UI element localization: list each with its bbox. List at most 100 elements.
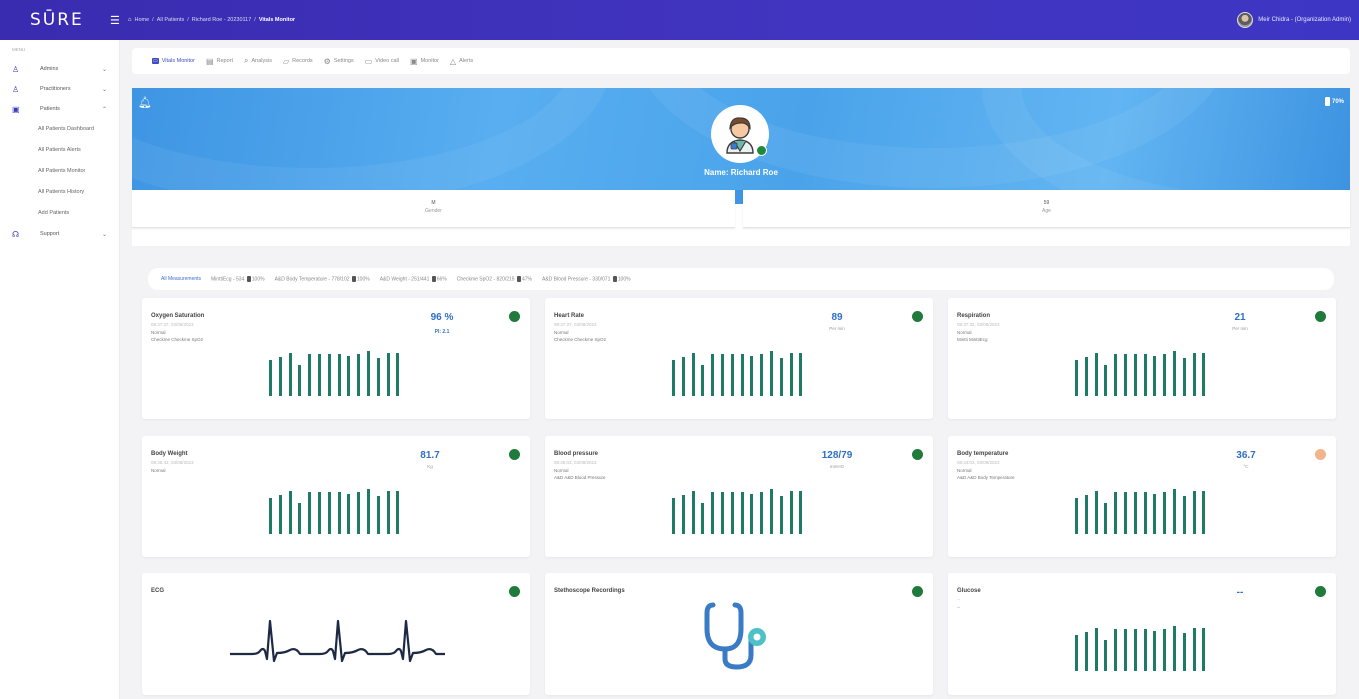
- card-body-temperature[interactable]: Body temperature 08:34:03, 03/08/2023 No…: [948, 436, 1336, 557]
- card-status: Normal: [957, 468, 972, 473]
- trend-bar: [269, 360, 272, 396]
- trend-bar: [396, 353, 400, 396]
- home-icon[interactable]: ⌂: [128, 17, 132, 23]
- trend-bar: [1173, 489, 1176, 534]
- card-device: A&D A&D Blood Pressure: [554, 475, 606, 480]
- filter-battery: 100%: [617, 276, 631, 283]
- card-title: Body temperature: [957, 451, 1009, 457]
- card-title: Body Weight: [151, 451, 188, 457]
- age-label: Age: [1042, 208, 1051, 214]
- trend-bar: [1133, 354, 1137, 396]
- sidebar-item-patients[interactable]: ▣ Patients ⌃: [0, 99, 119, 119]
- filter-body-temperature[interactable]: A&D Body Temperature - 778/102 100%: [275, 275, 370, 282]
- card-device: Checkme Checkme SpO2: [151, 337, 204, 342]
- trend-bar: [1182, 358, 1186, 396]
- trend-bar: [1163, 492, 1167, 534]
- tab-video-call[interactable]: ▭ Video call: [365, 57, 399, 66]
- card-blood-pressure[interactable]: Blood pressure 08:35:03, 03/08/2023 Norm…: [545, 436, 933, 557]
- tab-analysis[interactable]: ⌕ Analysis: [244, 56, 272, 66]
- trend-bar: [278, 357, 282, 396]
- trend-bar: [740, 354, 744, 396]
- battery-icon: [1324, 97, 1330, 106]
- tab-monitor[interactable]: ▣ Monitor: [410, 57, 439, 66]
- card-body-weight[interactable]: Body Weight 08:35:43, 03/08/2023 Normal …: [142, 436, 530, 557]
- trend-bar: [1133, 629, 1137, 671]
- menu-toggle-icon[interactable]: ☰: [110, 14, 120, 27]
- avatar[interactable]: [1237, 12, 1254, 28]
- trend-bar: [1192, 628, 1196, 671]
- trend-bar: [357, 354, 361, 396]
- card-stethoscope-recordings[interactable]: Stethoscope Recordings: [545, 573, 933, 695]
- battery-icon: [246, 275, 251, 282]
- bell-icon[interactable]: 🔔︎: [138, 96, 152, 109]
- trend-bar: [298, 503, 302, 534]
- tab-vitals-monitor[interactable]: ▭ Vitals Monitor: [152, 58, 195, 64]
- card-oxygen-saturation[interactable]: Oxygen Saturation 08:37:37, 03/08/2023 N…: [142, 298, 530, 419]
- trend-bar: [1114, 354, 1118, 396]
- trend-bar: [278, 495, 282, 534]
- trend-bar: [1202, 353, 1206, 396]
- trend-bar: [347, 356, 351, 396]
- sidebar-subitem-dashboard[interactable]: All Patients Dashboard: [0, 119, 119, 140]
- user-menu[interactable]: Meir Chidra - (Organization Admin): [1237, 12, 1351, 28]
- filter-blood-pressure[interactable]: A&D Blood Pressure - 330/071 100%: [542, 275, 631, 283]
- trend-bar: [701, 503, 705, 534]
- folder-icon: ▱: [283, 56, 290, 66]
- filter-minttiecg[interactable]: MinttiEcg - 534 100%: [211, 275, 265, 282]
- app-logo[interactable]: SŪRE: [0, 10, 110, 30]
- trend-bar: [789, 491, 793, 534]
- trend-bar: [1084, 357, 1088, 396]
- user-name[interactable]: Meir Chidra - (Organization Admin): [1258, 17, 1351, 23]
- trend-bars: [269, 346, 409, 396]
- tab-alerts[interactable]: △ Alerts: [450, 57, 473, 66]
- trend-bar: [681, 495, 685, 534]
- trend-bar: [1192, 353, 1196, 396]
- card-unit: °C: [1243, 464, 1249, 469]
- card-respiration[interactable]: Respiration 08:37:32, 03/08/2023 Normal …: [948, 298, 1336, 419]
- tab-settings[interactable]: ⚙ Settings: [324, 57, 354, 66]
- filter-weight[interactable]: A&D Weight - 251/441 66%: [380, 275, 447, 282]
- tab-records[interactable]: ▱ Records: [283, 57, 313, 66]
- gear-icon: ⚙: [323, 56, 331, 66]
- sidebar-subitem-add-patients[interactable]: Add Patients: [0, 203, 119, 224]
- sidebar-item-practitioners[interactable]: ♙ Practitioners ⌄: [0, 79, 119, 99]
- sidebar-subitem-monitor[interactable]: All Patients Monitor: [0, 161, 119, 182]
- sidebar-item-label: Support: [40, 231, 60, 237]
- card-glucose[interactable]: Glucose -- -- --: [948, 573, 1336, 695]
- sidebar-item-support[interactable]: ☊ Support ⌄: [0, 224, 119, 244]
- trend-bars: [672, 346, 812, 396]
- filter-spo2[interactable]: Checkme SpO2 - 820/215 47%: [457, 275, 532, 282]
- top-bar: SŪRE ☰ ⌂ Home / All Patients / Richard R…: [0, 0, 1359, 40]
- tab-report[interactable]: ▤ Report: [206, 57, 233, 66]
- card-status: Normal: [554, 330, 569, 335]
- card-status: Normal: [554, 468, 569, 473]
- sidebar-subitem-alerts[interactable]: All Patients Alerts: [0, 140, 119, 161]
- card-ecg[interactable]: ECG: [142, 573, 530, 695]
- battery-icon: [431, 275, 436, 282]
- sidebar-subitem-history[interactable]: All Patients History: [0, 182, 119, 203]
- patient-icon: ▣: [12, 104, 20, 114]
- gender-value: M: [431, 200, 436, 206]
- card-heart-rate[interactable]: Heart Rate 08:37:37, 03/08/2023 Normal C…: [545, 298, 933, 419]
- breadcrumb-home[interactable]: Home: [135, 17, 150, 23]
- trend-bar: [1153, 631, 1157, 671]
- card-title: ECG: [151, 588, 165, 594]
- card-unit: Per min: [1232, 326, 1248, 331]
- tab-label: Analysis: [251, 58, 272, 64]
- patient-name: Name: Richard Roe: [704, 168, 778, 177]
- trend-bar: [711, 492, 715, 534]
- trend-bar: [1075, 635, 1078, 671]
- filter-all-measurements[interactable]: All Measurements: [161, 276, 201, 282]
- sidebar-item-admins[interactable]: ♙ Admins ⌄: [0, 59, 119, 79]
- tab-label: Alerts: [459, 58, 474, 64]
- trend-bar: [1182, 633, 1186, 671]
- menu-label: MENU: [12, 47, 26, 52]
- trend-bar: [1143, 354, 1147, 396]
- breadcrumb-all-patients[interactable]: All Patients: [157, 17, 185, 23]
- trend-bar: [740, 492, 744, 534]
- card-timestamp: 08:37:37, 03/08/2023: [554, 322, 597, 327]
- chevron-up-icon: ⌃: [101, 106, 107, 113]
- headset-icon: ☊: [12, 229, 20, 239]
- trend-bar: [386, 491, 390, 534]
- breadcrumb-patient[interactable]: Richard Roe - 20230117: [192, 17, 252, 23]
